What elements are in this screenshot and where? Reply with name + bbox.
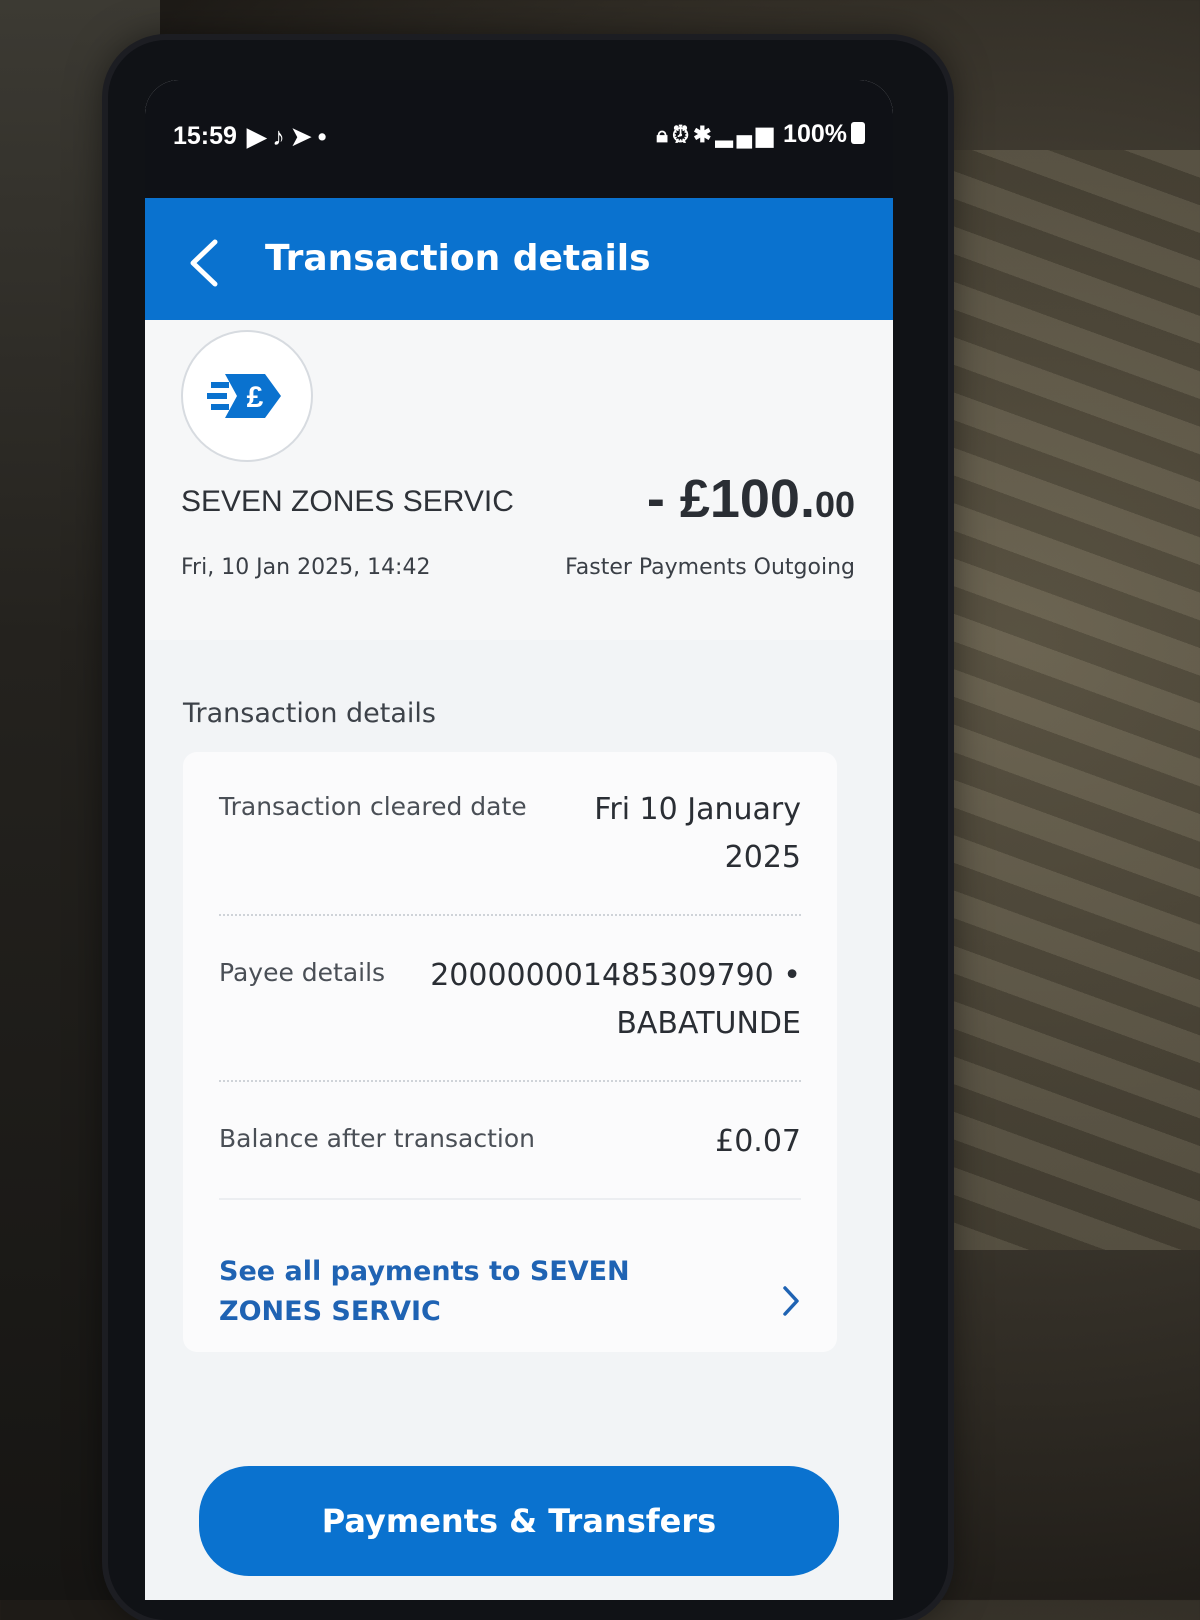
section-title: Transaction details: [183, 698, 436, 729]
transaction-date: Fri, 10 Jan 2025, 14:42: [181, 555, 431, 580]
details-card: Transaction cleared date Fri 10 January …: [183, 752, 837, 1352]
app-header: Transaction details: [145, 198, 893, 320]
chevron-left-icon: [190, 239, 218, 287]
row-value-line: 2025: [724, 840, 801, 875]
tiktok-icon: ♪: [272, 123, 291, 151]
row-label: Balance after transaction: [219, 1124, 535, 1153]
row-value-line: £0.07: [715, 1124, 801, 1159]
see-all-payments-text: See all payments to SEVEN ZONES SERVIC: [219, 1256, 630, 1327]
dot-icon: •: [317, 123, 333, 151]
row-value-line: Fri 10 January: [594, 792, 801, 827]
back-button[interactable]: [185, 238, 225, 288]
faster-payment-pound-icon: £: [207, 374, 281, 418]
transaction-amount: - £100.00: [647, 468, 855, 530]
row-value: 200000001485309790 • BABATUNDE: [430, 952, 801, 1048]
status-bar: 15:59 ▶♪➤• 🔒︎⏰︎✱▂▄▆ 100%: [145, 80, 893, 198]
row-value-line: BABATUNDE: [616, 1006, 801, 1041]
divider: [219, 914, 801, 916]
alarm-icon: ⏰︎: [671, 122, 694, 147]
divider: [219, 1080, 801, 1082]
status-time: 15:59: [173, 122, 237, 150]
battery-indicator: 100%: [783, 120, 865, 149]
youtube-icon: ▶: [247, 123, 273, 151]
transaction-summary: £ SEVEN ZONES SERVIC - £100.00 Fri, 10 J…: [145, 320, 893, 640]
row-value: Fri 10 January 2025: [594, 786, 801, 882]
phone-screen: 15:59 ▶♪➤• 🔒︎⏰︎✱▂▄▆ 100% Transaction det…: [145, 80, 893, 1600]
chevron-right-icon: [783, 1286, 799, 1316]
row-value: £0.07: [715, 1118, 801, 1166]
amount-pence: 00: [814, 484, 855, 525]
battery-icon: [851, 122, 865, 144]
signal-icon: ▂▄▆: [715, 122, 777, 147]
payments-transfers-button[interactable]: Payments & Transfers: [199, 1466, 839, 1576]
system-icons: 🔒︎⏰︎✱▂▄▆: [656, 122, 777, 148]
row-label: Transaction cleared date: [219, 792, 527, 821]
svg-text:£: £: [247, 381, 264, 414]
notification-icons: ▶♪➤•: [247, 122, 332, 152]
background-right: [940, 150, 1200, 1250]
merchant-logo: £: [181, 330, 313, 462]
transaction-type: Faster Payments Outgoing: [565, 555, 855, 580]
telegram-icon: ➤: [290, 123, 318, 151]
row-value-line: 200000001485309790 •: [430, 958, 801, 993]
see-all-payments-link[interactable]: See all payments to SEVEN ZONES SERVIC: [183, 1222, 837, 1332]
amount-main: - £100.: [646, 469, 815, 529]
row-label: Payee details: [219, 958, 386, 987]
page-title: Transaction details: [265, 238, 651, 279]
divider: [219, 1198, 801, 1200]
bluetooth-icon: ✱: [693, 122, 716, 147]
lock-icon: 🔒︎: [656, 122, 672, 147]
merchant-name: SEVEN ZONES SERVIC: [181, 485, 514, 518]
battery-percent: 100%: [783, 120, 847, 148]
